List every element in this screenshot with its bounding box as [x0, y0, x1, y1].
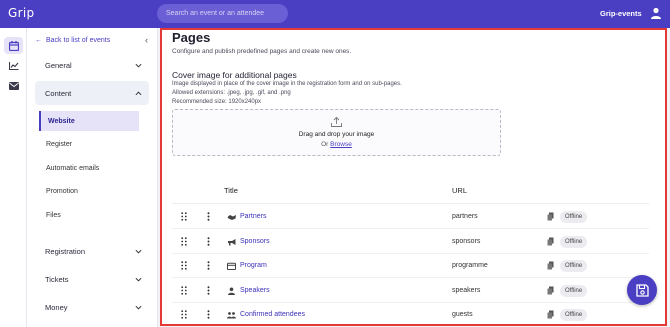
nav-item-automatic-emails[interactable]: Automatic emails — [39, 158, 139, 178]
cover-image-extensions: Allowed extensions: .jpeg, .jpg, .gif, a… — [172, 90, 291, 96]
chevron-down-icon — [135, 249, 142, 254]
handshake-icon — [227, 215, 236, 220]
nav-section-label: Content — [45, 88, 72, 98]
cover-image-size: Recommended size: 1920x240px — [172, 99, 262, 105]
table-row: Program programme Offline — [172, 254, 649, 278]
nav-section-label: Money — [45, 302, 68, 312]
copy-icon[interactable] — [547, 310, 554, 319]
more-options-icon[interactable] — [207, 285, 210, 295]
more-options-icon[interactable] — [207, 261, 210, 270]
person-icon — [228, 287, 235, 295]
top-bar: Grip Search an event or an attendee Grip… — [0, 0, 670, 28]
back-to-events-link[interactable]: ← Back to list of events — [35, 37, 110, 44]
dropzone-or-line: Or Browse — [173, 141, 500, 148]
group-icon — [227, 312, 236, 319]
page-title-link[interactable]: Program — [240, 262, 267, 269]
nav-item-website[interactable]: Website — [39, 111, 139, 131]
collapse-sidebar-icon[interactable]: ‹ — [145, 35, 148, 45]
calendar-icon — [8, 40, 19, 51]
calendar-icon — [227, 262, 236, 270]
chevron-down-icon — [135, 277, 142, 282]
nav-section-content[interactable]: Content — [35, 81, 149, 105]
copy-icon[interactable] — [547, 212, 554, 221]
save-icon — [635, 283, 649, 297]
megaphone-icon — [228, 238, 236, 245]
page-title-link[interactable]: Sponsors — [240, 238, 270, 245]
nav-item-files[interactable]: Files — [39, 205, 139, 225]
pages-panel: Pages Configure and publish predefined p… — [160, 28, 667, 326]
chevron-up-icon — [135, 90, 142, 95]
nav-section-registration[interactable]: Registration — [35, 239, 149, 263]
status-badge: Offline — [560, 235, 588, 248]
page-title-link[interactable]: Speakers — [240, 287, 270, 294]
cover-image-help: Image displayed in place of the cover im… — [172, 81, 402, 87]
table-row: Confirmed attendees guests Offline — [172, 303, 649, 324]
rail-analytics-button[interactable] — [4, 57, 23, 74]
nav-section-label: Registration — [45, 246, 86, 256]
status-badge: Offline — [560, 284, 588, 297]
mail-icon — [8, 81, 19, 90]
nav-section-money[interactable]: Money — [35, 295, 149, 319]
more-options-icon[interactable] — [207, 310, 210, 319]
rail-calendar-button[interactable] — [4, 37, 23, 54]
page-title-link[interactable]: Partners — [240, 213, 266, 220]
table-row: Partners partners Offline — [172, 205, 649, 229]
chart-icon — [8, 62, 18, 70]
browse-link[interactable]: Browse — [330, 141, 352, 148]
nav-section-general[interactable]: General — [35, 53, 149, 77]
page-url: partners — [452, 213, 478, 220]
nav-section-label: General — [45, 60, 72, 70]
drag-handle-icon[interactable] — [181, 236, 187, 246]
more-options-icon[interactable] — [207, 236, 210, 246]
cover-image-heading: Cover image for additional pages — [172, 70, 297, 80]
column-header-url: URL — [452, 186, 468, 195]
back-link-label: Back to list of events — [46, 37, 111, 44]
settings-sidebar: ← Back to list of events ‹ General Conte… — [27, 28, 158, 327]
drag-handle-icon[interactable] — [181, 285, 187, 295]
drag-handle-icon[interactable] — [181, 212, 187, 221]
upload-icon — [331, 117, 342, 127]
nav-section-label: Tickets — [45, 274, 69, 284]
page-url: guests — [452, 311, 473, 318]
rail-mail-button[interactable] — [4, 77, 23, 94]
page-title-link[interactable]: Confirmed attendees — [240, 311, 305, 318]
table-row: Sponsors sponsors Offline — [172, 230, 649, 254]
app-logo[interactable]: Grip — [8, 6, 34, 20]
arrow-left-icon: ← — [35, 37, 42, 44]
chevron-down-icon — [135, 63, 142, 68]
page-description: Configure and publish predefined pages a… — [172, 48, 352, 55]
or-label: Or — [321, 141, 329, 148]
table-row: Speakers speakers Offline — [172, 279, 649, 303]
more-options-icon[interactable] — [207, 212, 210, 221]
nav-section-tickets[interactable]: Tickets — [35, 267, 149, 291]
drag-handle-icon[interactable] — [181, 261, 187, 270]
copy-icon[interactable] — [547, 261, 554, 270]
organization-name[interactable]: Grip-events — [600, 9, 642, 18]
status-badge: Offline — [560, 309, 588, 321]
page-url: programme — [452, 262, 488, 269]
page-title: Pages — [172, 30, 211, 45]
user-icon[interactable] — [650, 7, 662, 19]
search-input[interactable]: Search an event or an attendee — [157, 4, 288, 23]
page-url: speakers — [452, 286, 481, 294]
copy-icon[interactable] — [547, 237, 554, 246]
chevron-down-icon — [135, 305, 142, 310]
page-url: sponsors — [452, 237, 481, 245]
drag-handle-icon[interactable] — [181, 310, 187, 319]
status-badge: Offline — [560, 211, 588, 223]
dropzone-title: Drag and drop your image — [298, 131, 375, 138]
save-button[interactable] — [627, 275, 657, 305]
icon-rail — [0, 28, 27, 327]
status-badge: Offline — [560, 260, 588, 272]
nav-item-promotion[interactable]: Promotion — [39, 181, 139, 201]
image-dropzone[interactable]: Drag and drop your image Or Browse — [172, 109, 501, 156]
column-header-title: Title — [224, 186, 238, 195]
copy-icon[interactable] — [547, 286, 554, 295]
nav-item-register[interactable]: Register — [39, 134, 139, 154]
table-header: Title URL — [172, 176, 649, 204]
